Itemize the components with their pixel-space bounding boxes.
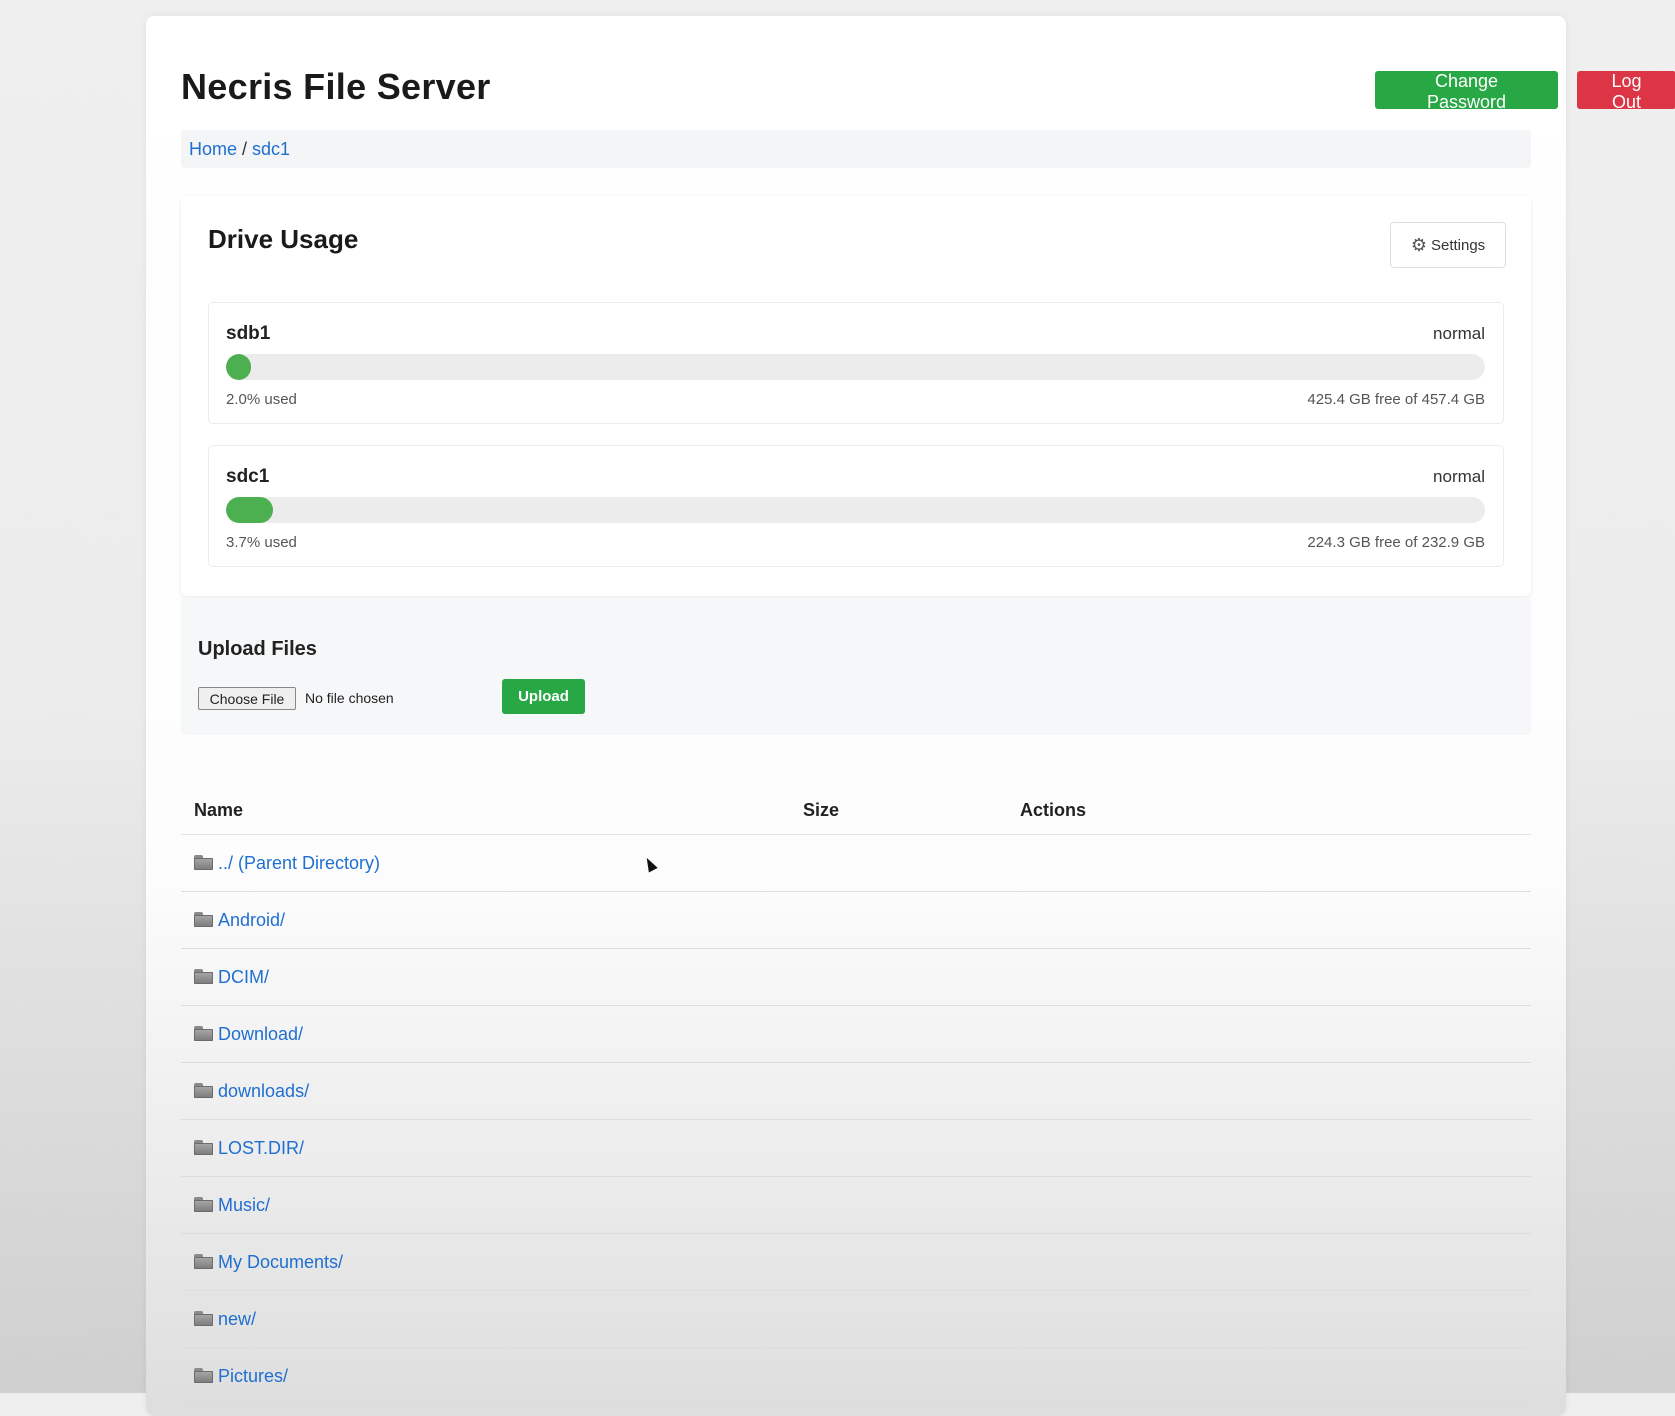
drive-name: sdc1 — [226, 466, 270, 487]
folder-icon — [194, 1311, 213, 1326]
drive-name: sdb1 — [226, 323, 271, 344]
table-row: Music/ — [181, 1177, 1531, 1234]
table-row: new/ — [181, 1291, 1531, 1348]
drive-used-text: 2.0% used — [226, 391, 297, 408]
folder-icon — [194, 1197, 213, 1212]
folder-icon — [194, 1026, 213, 1041]
folder-link[interactable]: downloads/ — [218, 1081, 309, 1101]
folder-icon — [194, 1254, 213, 1269]
usage-bar-track — [226, 497, 1485, 523]
drive-item-sdc1: sdc1 normal 3.7% used 224.3 GB free of 2… — [208, 445, 1504, 567]
breadcrumb-current-link[interactable]: sdc1 — [252, 139, 290, 159]
table-row: Android/ — [181, 892, 1531, 949]
folder-link[interactable]: Pictures/ — [218, 1366, 288, 1386]
settings-label: Settings — [1430, 236, 1486, 254]
table-row: downloads/ — [181, 1063, 1531, 1120]
drive-usage-title: Drive Usage — [208, 224, 359, 254]
folder-icon — [194, 855, 213, 870]
table-row: Download/ — [181, 1006, 1531, 1063]
table-header: Name Size Actions — [181, 778, 1531, 835]
settings-button[interactable]: ⚙ Settings — [1390, 222, 1506, 268]
table-row: LOST.DIR/ — [181, 1120, 1531, 1177]
folder-link[interactable]: new/ — [218, 1309, 256, 1329]
breadcrumb-separator: / — [242, 139, 248, 159]
usage-bar-fill — [226, 354, 252, 380]
upload-button[interactable]: Upload — [502, 679, 585, 714]
choose-file-button[interactable]: Choose File — [198, 687, 296, 710]
upload-title: Upload Files — [198, 638, 317, 660]
drive-usage-card: Drive Usage ⚙ Settings sdb1 normal 2.0% u… — [181, 196, 1531, 596]
folder-link[interactable]: LOST.DIR/ — [218, 1138, 304, 1158]
logout-button[interactable]: Log Out — [1577, 71, 1675, 112]
folder-icon — [194, 1083, 213, 1098]
table-row: DCIM/ — [181, 949, 1531, 1006]
main-container: Necris File Server Change Password Log O… — [146, 16, 1675, 1416]
header: Necris File Server Change Password Log O… — [181, 52, 1675, 112]
upload-section: Upload Files Choose File No file chosen … — [181, 598, 1531, 735]
folder-icon — [194, 1140, 213, 1155]
folder-link[interactable]: DCIM/ — [218, 967, 269, 987]
folder-icon — [194, 1368, 213, 1383]
table-row: ../ (Parent Directory) — [181, 835, 1531, 892]
drive-status: normal — [1433, 467, 1485, 486]
parent-directory-link[interactable]: ../ (Parent Directory) — [218, 853, 380, 873]
change-password-button[interactable]: Change Password — [1375, 71, 1558, 112]
folder-link[interactable]: Android/ — [218, 910, 285, 930]
folder-icon — [194, 912, 213, 927]
column-header-size: Size — [803, 800, 840, 820]
folder-link[interactable]: Music/ — [218, 1195, 270, 1215]
table-row: My Documents/ — [181, 1234, 1531, 1291]
drive-free-text: 224.3 GB free of 232.9 GB — [1307, 534, 1485, 551]
breadcrumb-home-link[interactable]: Home — [189, 139, 237, 159]
drive-used-text: 3.7% used — [226, 534, 297, 551]
usage-bar-track — [226, 354, 1485, 380]
folder-icon — [194, 969, 213, 984]
drive-item-sdb1: sdb1 normal 2.0% used 425.4 GB free of 4… — [208, 302, 1504, 424]
gear-icon: ⚙ — [1410, 234, 1427, 255]
folder-link[interactable]: Download/ — [218, 1024, 303, 1044]
column-header-actions: Actions — [1020, 800, 1087, 820]
file-table: Name Size Actions ../ (Parent Directory)… — [181, 778, 1531, 1405]
breadcrumb: Home / sdc1 — [181, 130, 1531, 168]
column-header-name: Name — [194, 800, 244, 820]
page-title: Necris File Server — [181, 66, 491, 107]
drive-free-text: 425.4 GB free of 457.4 GB — [1307, 391, 1485, 408]
usage-bar-fill — [226, 497, 273, 523]
table-row: Pictures/ — [181, 1348, 1531, 1405]
drive-status: normal — [1433, 324, 1485, 343]
no-file-chosen-text: No file chosen — [305, 690, 394, 706]
folder-link[interactable]: My Documents/ — [218, 1252, 343, 1272]
